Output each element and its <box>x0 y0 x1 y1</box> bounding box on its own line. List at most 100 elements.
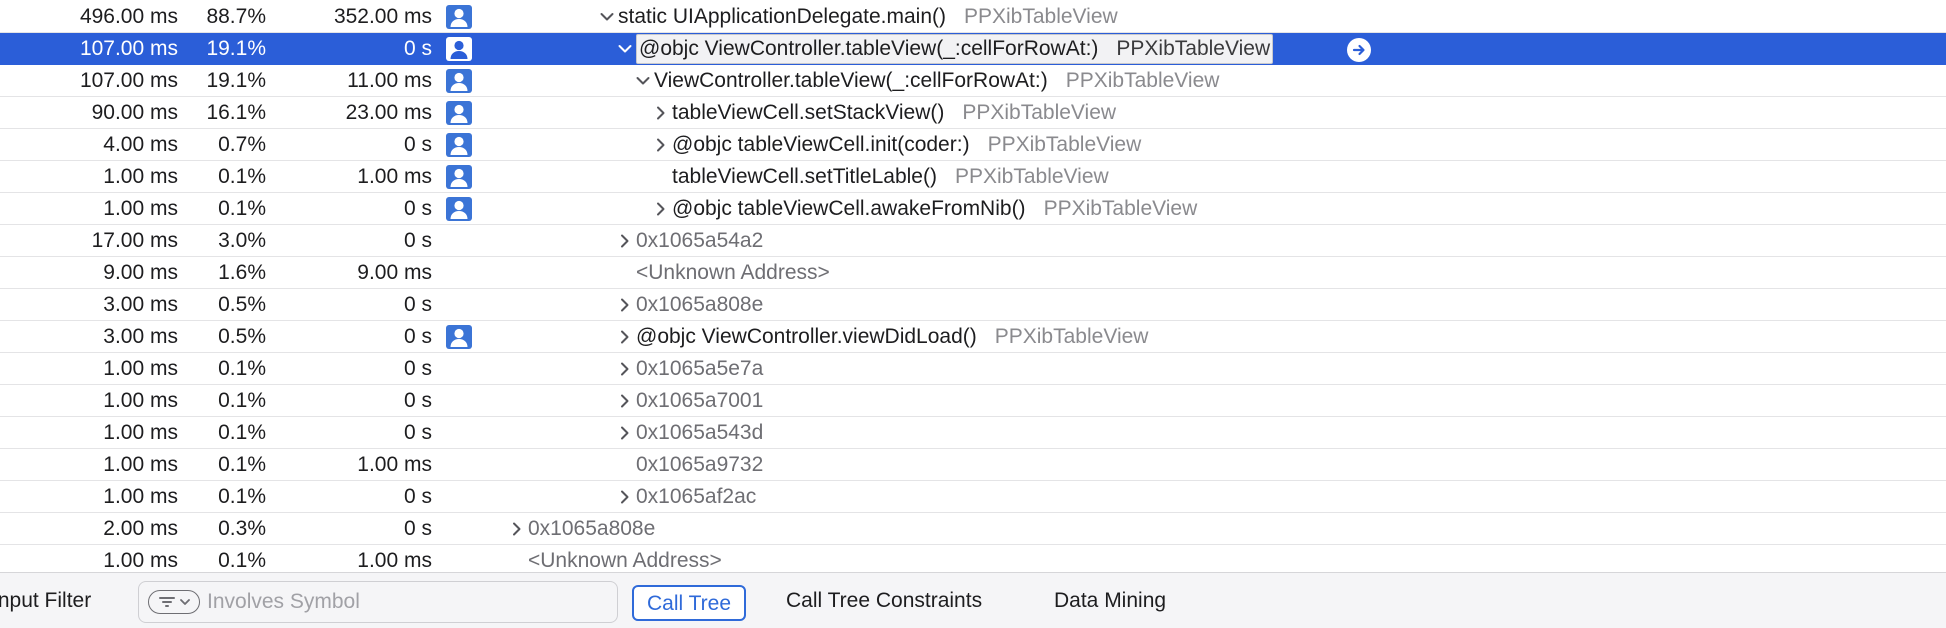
tab-call-tree[interactable]: Call Tree <box>632 585 747 621</box>
symbol-cell: 0x1065a54a2 <box>636 225 763 257</box>
symbol-cell: @objc ViewController.viewDidLoad() PPXibT… <box>636 321 1148 353</box>
library-name: PPXibTableView <box>1116 37 1271 60</box>
chevron-right-icon[interactable] <box>616 353 634 385</box>
user-code-icon <box>446 325 472 349</box>
call-tree-row[interactable]: 1.00 ms 0.1% 1.00 ms tableViewCell.setTitle… <box>0 161 1946 193</box>
tab-call-tree-constraints[interactable]: Call Tree Constraints <box>786 573 982 628</box>
user-code-icon <box>446 133 472 157</box>
call-tree-row[interactable]: 107.00 ms 19.1% 11.00 ms ViewController.tab… <box>0 65 1946 97</box>
chevron-right-icon[interactable] <box>616 289 634 321</box>
symbol-cell: static UIApplicationDelegate.main() PPXib… <box>618 1 1118 33</box>
weight-cell: 3.00 ms <box>103 293 178 316</box>
weight-cell: 9.00 ms <box>103 261 178 284</box>
symbol-cell: <Unknown Address> <box>528 545 722 572</box>
percent-cell: 0.1% <box>218 549 266 572</box>
call-tree-row[interactable]: 1.00 ms 0.1% 0 s 0x1065a543d <box>0 417 1946 449</box>
self-weight-cell: 0 s <box>403 325 432 348</box>
user-code-icon <box>446 197 472 221</box>
call-tree-row[interactable]: 496.00 ms 88.7% 352.00 ms static UIApplicat… <box>0 1 1946 33</box>
tab-data-mining[interactable]: Data Mining <box>1054 573 1166 628</box>
library-name: PPXibTableView <box>962 101 1117 124</box>
chevron-right-icon[interactable] <box>652 129 670 161</box>
percent-cell: 1.6% <box>218 261 266 284</box>
user-code-icon <box>446 165 472 189</box>
library-name: PPXibTableView <box>987 133 1142 156</box>
bottom-toolbar: Input Filter Call Tree Call Tree Constra… <box>0 572 1946 628</box>
call-tree-row[interactable]: 17.00 ms 3.0% 0 s 0x1065a54a2 <box>0 225 1946 257</box>
call-tree-row[interactable]: 90.00 ms 16.1% 23.00 ms tableViewCell.setSt… <box>0 97 1946 129</box>
user-code-icon <box>446 101 472 125</box>
percent-cell: 88.7% <box>206 5 266 28</box>
percent-cell: 0.3% <box>218 517 266 540</box>
call-tree-row[interactable]: 107.00 ms 19.1% 0 s @objc ViewController.ta… <box>0 33 1946 65</box>
call-tree-row[interactable]: 1.00 ms 0.1% 0 s 0x1065af2ac <box>0 481 1946 513</box>
chevron-right-icon[interactable] <box>616 321 634 353</box>
percent-cell: 0.1% <box>218 389 266 412</box>
call-tree-row[interactable]: 9.00 ms 1.6% 9.00 ms <Unknown Address> <box>0 257 1946 289</box>
weight-cell: 4.00 ms <box>103 133 178 156</box>
chevron-down-icon[interactable] <box>634 65 652 97</box>
call-tree-row[interactable]: 4.00 ms 0.7% 0 s @objc tableViewCell.init(c… <box>0 129 1946 161</box>
symbol-name: <Unknown Address> <box>528 549 722 572</box>
self-weight-cell: 0 s <box>403 37 432 60</box>
percent-cell: 0.1% <box>218 485 266 508</box>
symbol-cell: tableViewCell.setTitleLable() PPXibTableV… <box>672 161 1109 193</box>
symbol-cell: 0x1065a808e <box>528 513 655 545</box>
weight-cell: 107.00 ms <box>79 37 178 60</box>
call-tree-row[interactable]: 1.00 ms 0.1% 0 s 0x1065a7001 <box>0 385 1946 417</box>
symbol-cell: 0x1065af2ac <box>636 481 756 513</box>
chevron-right-icon[interactable] <box>508 513 526 545</box>
chevron-down-icon[interactable] <box>616 33 634 65</box>
involves-symbol-input[interactable] <box>207 582 607 622</box>
symbol-name: 0x1065a9732 <box>636 453 764 476</box>
symbol-cell: ViewController.tableView(_:cellForRowAt:… <box>654 65 1219 97</box>
filter-field[interactable] <box>138 581 618 623</box>
weight-cell: 1.00 ms <box>103 357 178 380</box>
user-code-icon <box>446 69 472 93</box>
symbol-name: 0x1065a7001 <box>636 389 764 412</box>
self-weight-cell: 0 s <box>403 357 432 380</box>
symbol-cell: 0x1065a7001 <box>636 385 763 417</box>
chevron-right-icon[interactable] <box>616 417 634 449</box>
weight-cell: 1.00 ms <box>103 549 178 572</box>
call-tree-row[interactable]: 3.00 ms 0.5% 0 s 0x1065a808e <box>0 289 1946 321</box>
percent-cell: 0.1% <box>218 453 266 476</box>
call-tree-row[interactable]: 1.00 ms 0.1% 0 s @objc tableViewCell.awakeF… <box>0 193 1946 225</box>
self-weight-cell: 0 s <box>403 421 432 444</box>
self-weight-cell: 0 s <box>403 517 432 540</box>
call-tree-row[interactable]: 3.00 ms 0.5% 0 s @objc ViewController.viewD… <box>0 321 1946 353</box>
symbol-name: 0x1065a543d <box>636 421 764 444</box>
symbol-name: tableViewCell.setTitleLable() <box>672 165 937 188</box>
filter-options-icon[interactable] <box>148 590 200 614</box>
call-tree-row[interactable]: 1.00 ms 0.1% 1.00 ms 0x1065a9732 <box>0 449 1946 481</box>
chevron-down-icon[interactable] <box>598 1 616 33</box>
call-tree-row[interactable]: 1.00 ms 0.1% 1.00 ms <Unknown Address> <box>0 545 1946 572</box>
library-name: PPXibTableView <box>954 165 1109 188</box>
chevron-right-icon[interactable] <box>652 193 670 225</box>
go-to-source-icon[interactable] <box>1347 38 1371 62</box>
call-tree-row[interactable]: 1.00 ms 0.1% 0 s 0x1065a5e7a <box>0 353 1946 385</box>
symbol-name: ViewController.tableView(_:cellForRowAt:… <box>654 69 1048 92</box>
self-weight-cell: 1.00 ms <box>357 165 432 188</box>
symbol-cell: tableViewCell.setStackView() PPXibTableVi… <box>672 97 1116 129</box>
weight-cell: 2.00 ms <box>103 517 178 540</box>
symbol-name: <Unknown Address> <box>636 261 830 284</box>
weight-cell: 1.00 ms <box>103 453 178 476</box>
self-weight-cell: 352.00 ms <box>333 5 432 28</box>
percent-cell: 19.1% <box>206 37 266 60</box>
chevron-right-icon[interactable] <box>616 225 634 257</box>
call-tree-row[interactable]: 2.00 ms 0.3% 0 s 0x1065a808e <box>0 513 1946 545</box>
self-weight-cell: 1.00 ms <box>357 549 432 572</box>
call-tree-outline[interactable]: 496.00 ms 88.7% 352.00 ms static UIApplicat… <box>0 0 1946 572</box>
weight-cell: 3.00 ms <box>103 325 178 348</box>
chevron-right-icon[interactable] <box>652 97 670 129</box>
symbol-name: @objc ViewController.viewDidLoad() <box>636 325 977 348</box>
chevron-right-icon[interactable] <box>616 481 634 513</box>
chevron-right-icon[interactable] <box>616 385 634 417</box>
weight-cell: 496.00 ms <box>79 5 178 28</box>
user-code-icon <box>446 37 472 61</box>
symbol-name: static UIApplicationDelegate.main() <box>618 5 946 28</box>
self-weight-cell: 9.00 ms <box>357 261 432 284</box>
percent-cell: 19.1% <box>206 69 266 92</box>
weight-cell: 1.00 ms <box>103 389 178 412</box>
